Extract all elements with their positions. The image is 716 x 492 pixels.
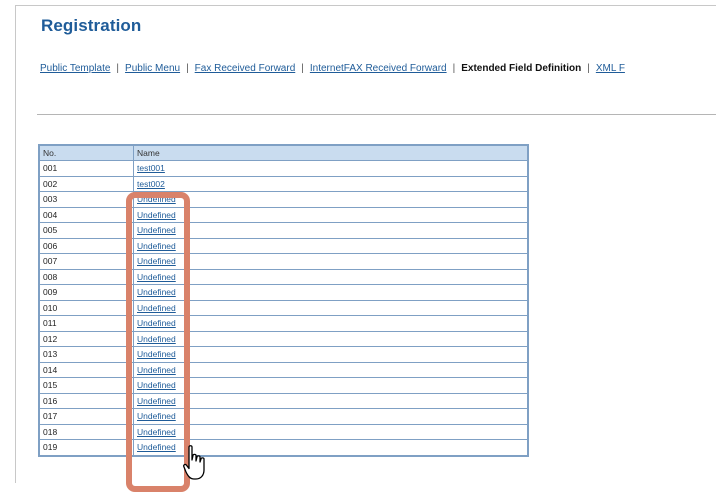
row-name-cell: Undefined: [133, 315, 529, 332]
row-name-cell: Undefined: [133, 423, 529, 440]
nav-extended-field-definition: Extended Field Definition: [461, 63, 582, 74]
table-row: 002 test002: [38, 175, 529, 192]
row-number: 007: [38, 253, 134, 270]
table-row: 008 Undefined: [38, 268, 529, 285]
row-name-cell: Undefined: [133, 392, 529, 409]
row-name-cell: Undefined: [133, 439, 529, 456]
row-name-link[interactable]: Undefined: [137, 287, 176, 297]
frame-top-border: [15, 5, 716, 6]
table-row: 011 Undefined: [38, 315, 529, 332]
row-name-cell: Undefined: [133, 206, 529, 223]
extended-field-table: No. Name 001 test001 002 test002 003 Undefine…: [38, 144, 529, 457]
row-name-link[interactable]: Undefined: [137, 365, 176, 375]
nav-internetfax-received-forward[interactable]: InternetFAX Received Forward: [310, 63, 447, 74]
row-name-link[interactable]: Undefined: [137, 380, 176, 390]
row-number: 015: [38, 377, 134, 394]
table-row: 016 Undefined: [38, 392, 529, 409]
section-divider: [37, 114, 716, 115]
row-name-link[interactable]: Undefined: [137, 272, 176, 282]
row-name-link[interactable]: Undefined: [137, 303, 176, 313]
table-row: 007 Undefined: [38, 253, 529, 270]
row-name-link[interactable]: Undefined: [137, 349, 176, 359]
table-row: 005 Undefined: [38, 222, 529, 239]
row-number: 006: [38, 237, 134, 254]
row-name-link[interactable]: Undefined: [137, 442, 176, 452]
row-name-link[interactable]: Undefined: [137, 334, 176, 344]
row-number: 019: [38, 439, 134, 456]
row-name-cell: test001: [133, 160, 529, 177]
row-number: 011: [38, 315, 134, 332]
row-name-cell: Undefined: [133, 377, 529, 394]
row-name-cell: Undefined: [133, 284, 529, 301]
row-name-link[interactable]: Undefined: [137, 427, 176, 437]
table-row: 004 Undefined: [38, 206, 529, 223]
row-name-cell: Undefined: [133, 346, 529, 363]
table-row: 013 Undefined: [38, 346, 529, 363]
table-row: 012 Undefined: [38, 330, 529, 347]
row-number: 003: [38, 191, 134, 208]
nav-fax-received-forward[interactable]: Fax Received Forward: [195, 63, 296, 74]
row-name-cell: Undefined: [133, 222, 529, 239]
row-number: 017: [38, 408, 134, 425]
column-header-name: Name: [133, 144, 529, 161]
column-header-no: No.: [38, 144, 134, 161]
row-number: 012: [38, 330, 134, 347]
row-number: 016: [38, 392, 134, 409]
row-number: 018: [38, 423, 134, 440]
nav-public-menu[interactable]: Public Menu: [125, 63, 180, 74]
row-name-link[interactable]: test002: [137, 179, 165, 189]
nav-separator: |: [452, 63, 456, 74]
row-name-cell: Undefined: [133, 237, 529, 254]
table-row: 009 Undefined: [38, 284, 529, 301]
row-name-link[interactable]: Undefined: [137, 318, 176, 328]
nav-separator: |: [301, 63, 304, 74]
row-name-link[interactable]: Undefined: [137, 225, 176, 235]
row-number: 008: [38, 268, 134, 285]
registration-nav: Public Template | Public Menu | Fax Received…: [40, 63, 625, 74]
row-name-cell: Undefined: [133, 191, 529, 208]
page-title: Registration: [41, 16, 142, 35]
row-name-link[interactable]: Undefined: [137, 210, 176, 220]
nav-public-template[interactable]: Public Template: [40, 63, 110, 74]
table-row: 006 Undefined: [38, 237, 529, 254]
nav-separator: |: [587, 63, 590, 74]
row-number: 005: [38, 222, 134, 239]
row-name-cell: Undefined: [133, 268, 529, 285]
row-number: 013: [38, 346, 134, 363]
row-number: 009: [38, 284, 134, 301]
table-row: 001 test001: [38, 160, 529, 177]
table-row: 010 Undefined: [38, 299, 529, 316]
nav-separator: |: [116, 63, 120, 74]
row-number: 004: [38, 206, 134, 223]
row-name-link[interactable]: Undefined: [137, 194, 176, 204]
frame-left-border: [15, 5, 16, 483]
row-number: 014: [38, 361, 134, 378]
nav-separator: |: [186, 63, 189, 74]
table-row: 017 Undefined: [38, 408, 529, 425]
row-number: 002: [38, 175, 134, 192]
row-name-cell: Undefined: [133, 253, 529, 270]
row-number: 010: [38, 299, 134, 316]
row-name-cell: Undefined: [133, 361, 529, 378]
row-name-link[interactable]: test001: [137, 163, 165, 173]
row-name-cell: test002: [133, 175, 529, 192]
nav-xml-format[interactable]: XML F: [596, 63, 625, 74]
row-number: 001: [38, 160, 134, 177]
table-row: 003 Undefined: [38, 191, 529, 208]
table-row: 019 Undefined: [38, 439, 529, 456]
table-row: 018 Undefined: [38, 423, 529, 440]
row-name-cell: Undefined: [133, 408, 529, 425]
table-row: 015 Undefined: [38, 377, 529, 394]
row-name-cell: Undefined: [133, 330, 529, 347]
row-name-cell: Undefined: [133, 299, 529, 316]
table-row: 014 Undefined: [38, 361, 529, 378]
table-header-row: No. Name: [38, 144, 529, 161]
row-name-link[interactable]: Undefined: [137, 256, 176, 266]
row-name-link[interactable]: Undefined: [137, 396, 176, 406]
row-name-link[interactable]: Undefined: [137, 411, 176, 421]
row-name-link[interactable]: Undefined: [137, 241, 176, 251]
